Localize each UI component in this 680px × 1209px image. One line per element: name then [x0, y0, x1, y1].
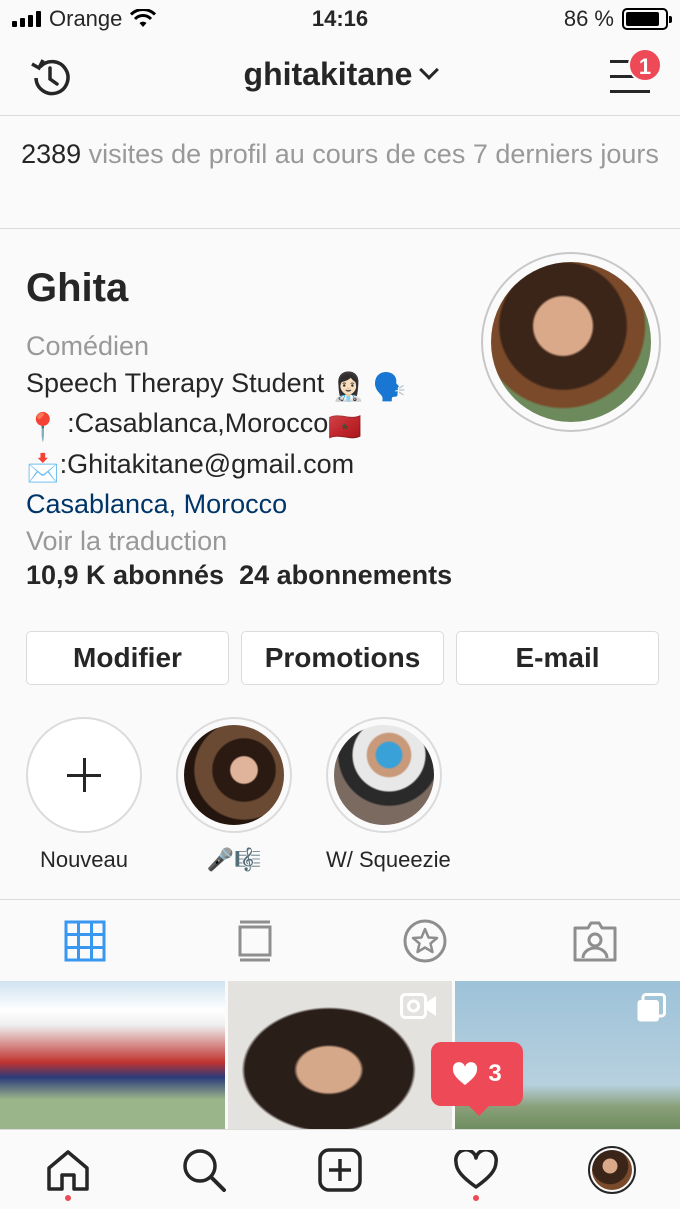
bottom-nav	[0, 1129, 680, 1209]
visits-count: 2389	[21, 139, 82, 169]
search-icon	[183, 1148, 226, 1192]
tagged-icon	[573, 921, 617, 961]
tab-saved[interactable]	[340, 900, 510, 981]
highlight-new[interactable]: Nouveau	[26, 717, 142, 873]
speaking-head-emoji-icon: 🗣️	[372, 371, 407, 402]
star-icon	[403, 919, 447, 962]
profile-header: ghitakitane 1	[0, 38, 680, 116]
add-icon	[318, 1147, 362, 1192]
highlight-squeezie[interactable]: W/ Squeezie	[326, 717, 451, 873]
profile-bio: Comédien Speech Therapy Student 👩🏻‍⚕️ 🗣️…	[26, 328, 486, 559]
highlight-circle[interactable]	[176, 717, 292, 833]
activity-dot	[473, 1195, 479, 1201]
grid-post[interactable]	[0, 981, 225, 1129]
see-translation-link[interactable]: Voir la traduction	[26, 523, 486, 560]
profile-visits-banner[interactable]: 2389 visites de profil au cours de ces 7…	[0, 117, 680, 229]
nav-add[interactable]	[272, 1130, 408, 1209]
chevron-down-icon	[419, 60, 440, 80]
battery-percent: 86 %	[563, 6, 614, 31]
plus-icon	[67, 758, 101, 792]
avatar-image	[491, 262, 651, 422]
nav-profile[interactable]	[544, 1130, 680, 1209]
bio-line-1: Speech Therapy Student 👩🏻‍⚕️ 🗣️	[26, 365, 486, 406]
follow-counts: 10,9 K abonnés 24 abonnements	[26, 560, 452, 591]
highlight-label: Nouveau	[39, 847, 129, 872]
story-highlights: Nouveau 🎤🎼 W/ Squeezie	[26, 717, 451, 873]
profile-category: Comédien	[26, 331, 150, 361]
edit-profile-button[interactable]: Modifier	[26, 631, 229, 685]
home-icon	[47, 1149, 89, 1191]
photo-grid	[0, 981, 680, 1129]
highlight-circle[interactable]	[326, 717, 442, 833]
email-button[interactable]: E-mail	[456, 631, 659, 685]
status-right: 86 %	[563, 6, 672, 32]
nav-home[interactable]	[0, 1130, 136, 1209]
bio-line-2: 📍 :Casablanca,Morocco🇲🇦	[26, 405, 486, 446]
grid-post[interactable]	[227, 981, 453, 1129]
highlight-image	[184, 725, 284, 825]
followers-count[interactable]: 10,9 K abonnés	[26, 560, 224, 590]
tab-tagged[interactable]	[510, 900, 680, 981]
grid-icon	[64, 920, 106, 961]
notification-badge: 1	[628, 48, 662, 82]
highlight-music[interactable]: 🎤🎼	[176, 717, 292, 873]
following-count[interactable]: 24 abonnements	[239, 560, 452, 590]
envelope-emoji-icon: 📩	[26, 452, 60, 483]
health-worker-emoji-icon: 👩🏻‍⚕️	[331, 371, 366, 402]
profile-actions: Modifier Promotions E-mail	[26, 631, 659, 685]
highlight-label: W/ Squeezie	[326, 847, 451, 872]
tab-grid[interactable]	[0, 900, 170, 981]
heart-icon	[454, 1149, 498, 1189]
likes-count: 3	[488, 1060, 502, 1087]
battery-icon	[622, 8, 672, 30]
profile-name: Ghita	[26, 266, 129, 310]
highlight-image	[334, 725, 434, 825]
username-title: ghitakitane	[243, 56, 413, 92]
promotions-button[interactable]: Promotions	[241, 631, 444, 685]
carousel-icon	[637, 993, 667, 1022]
highlight-label: 🎤🎼	[206, 847, 262, 872]
nav-search[interactable]	[136, 1130, 272, 1209]
nav-activity[interactable]	[408, 1130, 544, 1209]
tab-feed[interactable]	[170, 900, 340, 981]
video-icon	[400, 993, 437, 1019]
profile-icon	[588, 1145, 636, 1194]
status-bar: Orange 14:16 86 %	[0, 0, 680, 38]
home-activity-dot	[65, 1195, 71, 1201]
new-highlight-circle[interactable]	[26, 717, 142, 833]
profile-location-link[interactable]: Casablanca, Morocco	[26, 486, 486, 523]
profile-tabs	[0, 899, 680, 981]
activity-toast[interactable]: 3	[431, 1042, 523, 1116]
profile-avatar[interactable]	[481, 252, 661, 432]
heart-filled-icon	[453, 1062, 478, 1085]
pin-emoji-icon: 📍	[26, 412, 60, 442]
account-switcher[interactable]: ghitakitane	[0, 56, 680, 93]
morocco-flag-emoji-icon: 🇲🇦	[328, 412, 362, 442]
bio-line-3: 📩:Ghitakitane@gmail.com	[26, 446, 486, 487]
visits-text: visites de profil au cours de ces 7 dern…	[81, 139, 659, 169]
feed-icon	[238, 920, 272, 961]
